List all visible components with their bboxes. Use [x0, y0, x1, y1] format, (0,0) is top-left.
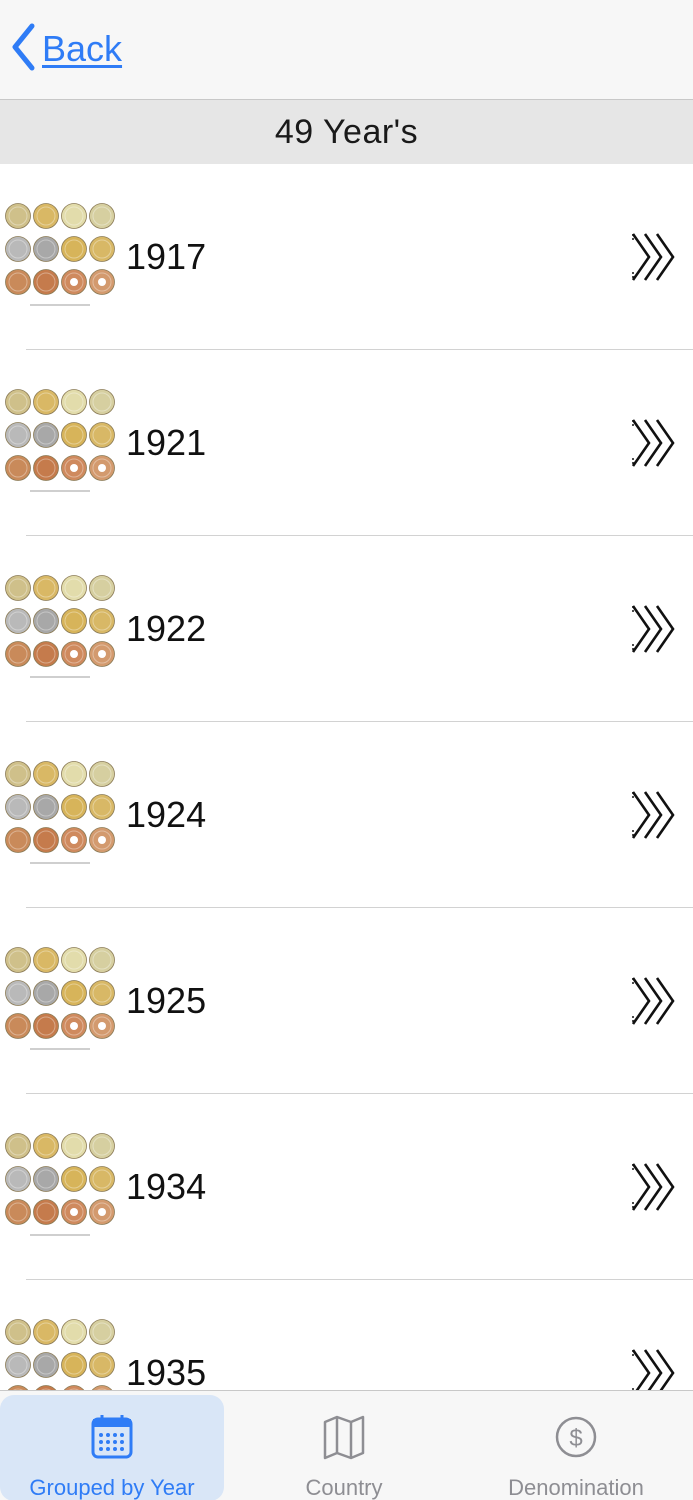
back-label: Back	[42, 28, 123, 69]
section-header: 49 Year's	[0, 100, 693, 164]
tab-label: Denomination	[508, 1475, 644, 1500]
list-item[interactable]: 1922	[0, 536, 693, 722]
tab-grouped-by-year[interactable]: Grouped by Year	[0, 1395, 224, 1500]
list-item[interactable]: 1924	[0, 722, 693, 908]
coins-thumbnail	[4, 572, 118, 686]
chevron-right-icon[interactable]	[629, 1344, 681, 1390]
year-label: 1921	[126, 422, 207, 463]
year-label: 1925	[126, 980, 207, 1021]
chevron-right-icon[interactable]	[629, 228, 681, 286]
back-button[interactable]: Back	[10, 22, 122, 76]
coins-thumbnail	[4, 386, 118, 500]
svg-text:$: $	[569, 1425, 582, 1452]
tab-country[interactable]: Country	[244, 1395, 444, 1500]
year-label: 1935	[126, 1352, 207, 1390]
chevron-right-icon[interactable]	[629, 600, 681, 658]
list-item[interactable]: 1935	[0, 1280, 693, 1390]
coins-thumbnail	[4, 200, 118, 314]
list-item[interactable]: 1917	[0, 164, 693, 350]
chevron-right-icon[interactable]	[629, 414, 681, 472]
list-item[interactable]: 1934	[0, 1094, 693, 1280]
tab-denomination[interactable]: $ Denomination	[476, 1395, 676, 1500]
navigation-bar: Back	[0, 0, 693, 100]
coins-thumbnail	[4, 1130, 118, 1244]
calendar-icon	[91, 1415, 133, 1459]
app-screen: Back 49 Year's 1917 1921 1922 1924 1925	[0, 0, 693, 1500]
coins-thumbnail	[4, 758, 118, 872]
year-label: 1934	[126, 1166, 207, 1207]
map-icon	[323, 1415, 365, 1460]
list-item[interactable]: 1925	[0, 908, 693, 1094]
tab-label: Grouped by Year	[29, 1475, 195, 1500]
dollar-icon: $	[555, 1416, 597, 1458]
year-list[interactable]: 1917 1921 1922 1924 1925 1934 1935	[0, 164, 693, 1390]
chevron-right-icon[interactable]	[629, 972, 681, 1030]
chevron-right-icon[interactable]	[629, 786, 681, 844]
tab-label: Country	[305, 1475, 383, 1500]
year-label: 1922	[126, 608, 207, 649]
chevron-left-icon	[10, 22, 36, 77]
tab-bar: Grouped by Year Country $ Denomination	[0, 1390, 693, 1500]
list-item[interactable]: 1921	[0, 350, 693, 536]
year-label: 1917	[126, 236, 207, 277]
coins-thumbnail	[4, 944, 118, 1058]
coins-thumbnail	[4, 1316, 118, 1390]
year-label: 1924	[126, 794, 207, 835]
chevron-right-icon[interactable]	[629, 1158, 681, 1216]
